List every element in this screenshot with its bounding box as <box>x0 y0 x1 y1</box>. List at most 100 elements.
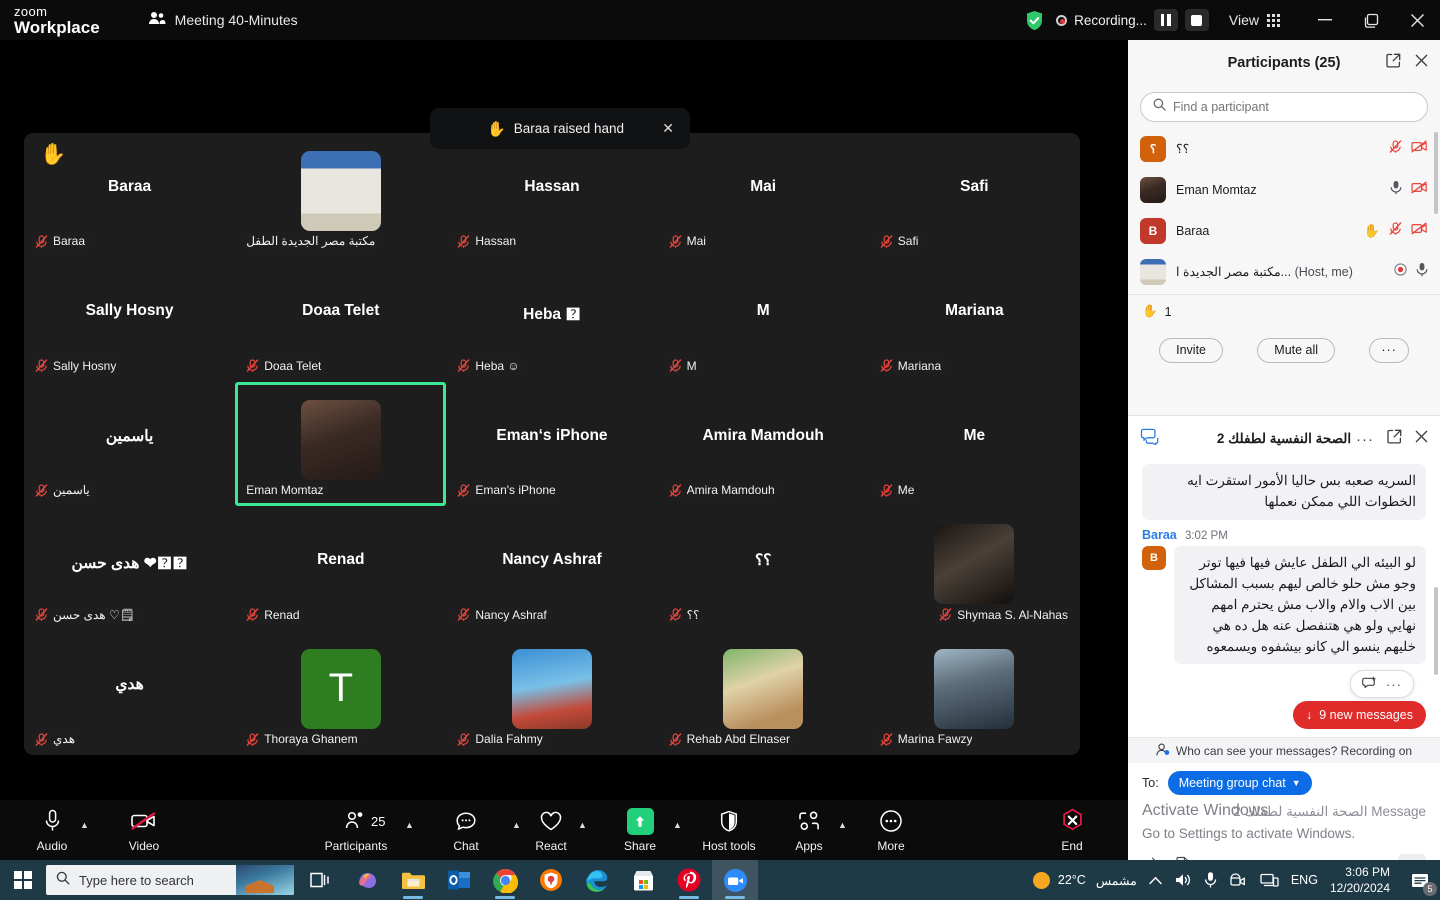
participants-scrollbar[interactable] <box>1434 132 1438 214</box>
copilot-icon[interactable] <box>344 860 390 900</box>
chat-input-area[interactable]: Message الصحة النفسية لطفلك 2 Activate W… <box>1142 802 1426 850</box>
avast-icon[interactable] <box>528 860 574 900</box>
file-explorer-icon[interactable] <box>390 860 436 900</box>
video-off-icon[interactable] <box>1411 181 1428 199</box>
notification-center-button[interactable]: 5 <box>1400 860 1440 900</box>
participant-row[interactable]: ؟ ؟؟ <box>1128 128 1440 169</box>
video-tile[interactable]: هدي هدي <box>24 631 235 755</box>
mic-on-icon[interactable] <box>1416 262 1428 282</box>
share-button[interactable]: Share <box>603 807 677 853</box>
meeting-title-chip[interactable]: Meeting 40-Minutes <box>148 11 298 30</box>
start-button[interactable] <box>0 860 46 900</box>
share-options-chevron-icon[interactable]: ▲ <box>673 820 682 830</box>
video-tile[interactable]: Amira Mamdouh Amira Mamdouh <box>658 382 869 506</box>
video-button[interactable]: Video <box>107 808 181 853</box>
edge-icon[interactable] <box>574 860 620 900</box>
new-messages-button[interactable]: ↓ 9 new messages <box>1292 701 1426 729</box>
language-indicator[interactable]: ENG <box>1285 860 1324 900</box>
participants-list[interactable]: ؟ ؟؟ Eman Momtaz B Baraa ✋ مكتبة مصر الجديدة ا… <box>1128 128 1440 294</box>
video-tile[interactable]: Eman Momtaz <box>235 381 447 507</box>
more-button[interactable]: More <box>854 808 928 853</box>
chat-recipient-dropdown[interactable]: Meeting group chat ▼ <box>1167 771 1312 795</box>
video-off-icon[interactable] <box>1411 222 1428 240</box>
participant-row[interactable]: Eman Momtaz <box>1128 169 1440 210</box>
video-tile[interactable]: Mai Mai <box>658 133 869 257</box>
view-switcher[interactable]: View <box>1229 12 1280 28</box>
camera-tray-icon[interactable] <box>1223 860 1254 900</box>
video-tile[interactable]: MM <box>658 257 869 381</box>
chat-message-hover-actions[interactable]: ··· <box>1350 670 1414 698</box>
audio-button[interactable]: Audio <box>15 808 89 853</box>
reply-in-thread-icon[interactable] <box>1362 676 1377 693</box>
video-tile[interactable]: هدى حسن ❤🯄🯄 هدى حسن ♡🗒 <box>24 506 235 630</box>
video-tile[interactable]: Nancy Ashraf Nancy Ashraf <box>446 506 657 630</box>
taskbar-search[interactable]: Type here to search <box>46 865 294 895</box>
popout-participants-icon[interactable] <box>1386 53 1401 73</box>
video-tile[interactable]: Shymaa S. Al-Nahas <box>869 506 1080 630</box>
pinterest-icon[interactable] <box>666 860 712 900</box>
video-tile[interactable]: T Thoraya Ghanem <box>235 631 446 755</box>
video-tile[interactable]: Sally Hosny Sally Hosny <box>24 257 235 381</box>
video-tile[interactable]: Eman‘s iPhone Eman's iPhone <box>446 382 657 506</box>
stop-recording-button[interactable] <box>1184 9 1209 31</box>
chat-message-list[interactable]: السريه صعبه بس حاليا الأمور استقرت ايه ا… <box>1128 462 1440 737</box>
mic-muted-icon[interactable] <box>1389 221 1402 240</box>
video-tile[interactable]: Renad Renad <box>235 506 446 630</box>
security-shield-icon[interactable] <box>1025 10 1044 31</box>
chrome-icon[interactable] <box>482 860 528 900</box>
minimize-button[interactable] <box>1302 0 1348 40</box>
video-tile[interactable]: Marina Fawzy <box>869 631 1080 755</box>
close-button[interactable] <box>1394 0 1440 40</box>
network-icon[interactable] <box>1254 860 1285 900</box>
video-tile[interactable]: Dalia Fahmy <box>446 631 657 755</box>
react-button[interactable]: React <box>514 808 588 853</box>
participant-search-box[interactable] <box>1140 92 1428 122</box>
video-tile[interactable]: Hassan Hassan <box>446 133 657 257</box>
video-tile[interactable]: ؟؟ ؟؟ <box>658 506 869 630</box>
search-input[interactable] <box>1173 100 1415 114</box>
video-tile[interactable]: Doaa Telet Doaa Telet <box>235 257 446 381</box>
video-tile[interactable]: Baraa Baraa <box>24 133 235 257</box>
microphone-tray-icon[interactable] <box>1198 860 1223 900</box>
chat-more-icon[interactable]: ··· <box>1356 431 1374 448</box>
participant-row[interactable]: B Baraa ✋ <box>1128 210 1440 251</box>
chat-scrollbar[interactable] <box>1434 587 1438 675</box>
react-options-chevron-icon[interactable]: ▲ <box>578 820 587 830</box>
video-tile[interactable]: Heba 🯄 Heba ☺ <box>446 257 657 381</box>
audio-options-chevron-icon[interactable]: ▲ <box>80 820 89 830</box>
toast-close-icon[interactable]: ✕ <box>662 120 674 137</box>
apps-button[interactable]: Apps <box>772 808 846 853</box>
recording-controls[interactable]: Recording... <box>1056 9 1209 31</box>
video-tile[interactable]: ياسمين ياسمين <box>24 382 235 506</box>
video-off-icon[interactable] <box>1411 140 1428 158</box>
video-tile[interactable]: مكتبة مصر الجديدة الطفل <box>235 133 446 257</box>
video-tile[interactable]: Me Me <box>869 382 1080 506</box>
task-view-icon[interactable] <box>298 860 344 900</box>
participant-row[interactable]: مكتبة مصر الجديدة ا... (Host, me) <box>1128 251 1440 292</box>
video-tile[interactable]: Mariana Mariana <box>869 257 1080 381</box>
mute-all-button[interactable]: Mute all <box>1257 337 1336 363</box>
participants-more-button[interactable]: ··· <box>1369 337 1409 363</box>
participants-options-chevron-icon[interactable]: ▲ <box>405 820 414 830</box>
show-hidden-icons-chevron-icon[interactable] <box>1143 860 1168 900</box>
outlook-icon[interactable] <box>436 860 482 900</box>
chat-button[interactable]: Chat <box>429 808 503 853</box>
mic-muted-icon[interactable] <box>1389 139 1402 158</box>
video-tile[interactable]: Rehab Abd Elnaser <box>658 631 869 755</box>
message-more-icon[interactable]: ··· <box>1386 677 1402 692</box>
chat-privacy-note[interactable]: Who can see your messages? Recording on <box>1128 737 1440 763</box>
close-chat-icon[interactable] <box>1415 430 1428 448</box>
microsoft-store-icon[interactable] <box>620 860 666 900</box>
taskbar-clock[interactable]: 3:06 PM 12/20/2024 <box>1324 864 1400 896</box>
end-meeting-button[interactable]: End <box>1035 808 1109 853</box>
maximize-button[interactable] <box>1348 0 1394 40</box>
invite-button[interactable]: Invite <box>1159 337 1224 363</box>
volume-icon[interactable] <box>1168 860 1198 900</box>
popout-chat-icon[interactable] <box>1387 429 1402 449</box>
mic-on-icon[interactable] <box>1390 180 1402 200</box>
apps-options-chevron-icon[interactable]: ▲ <box>838 820 847 830</box>
video-tile[interactable]: Safi Safi <box>869 133 1080 257</box>
participant-row[interactable] <box>1128 292 1440 294</box>
host-tools-button[interactable]: Host tools <box>692 808 766 853</box>
close-participants-icon[interactable] <box>1415 54 1428 72</box>
